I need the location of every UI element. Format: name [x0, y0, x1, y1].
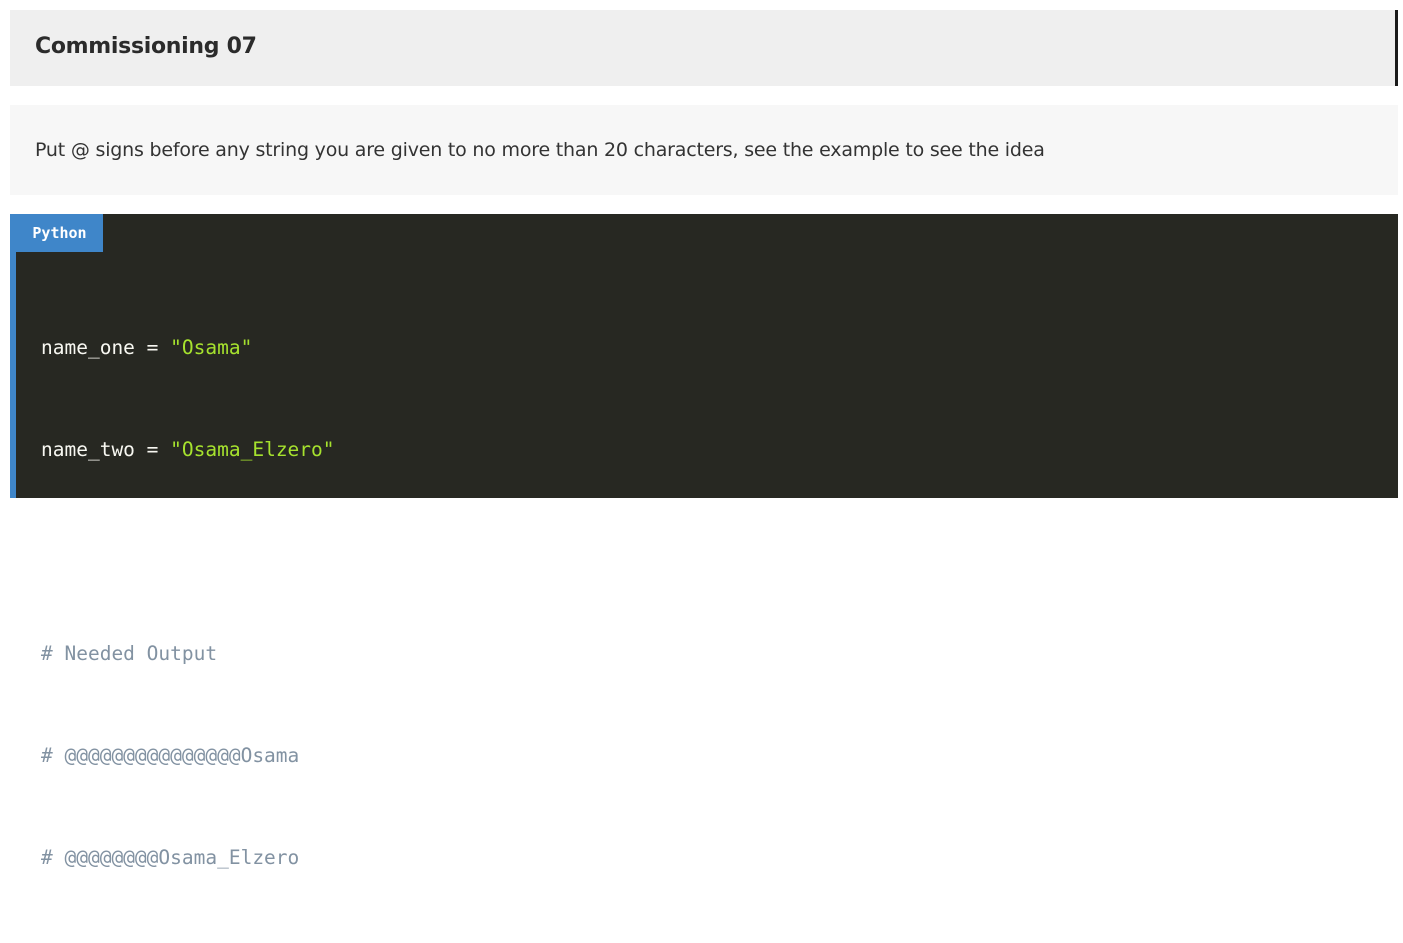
- code-string: "Osama": [170, 336, 253, 359]
- code-string: "Osama_Elzero": [170, 438, 335, 461]
- code-line: name_one = "Osama": [41, 331, 335, 365]
- code-block: Python name_one = "Osama" name_two = "Os…: [10, 214, 1398, 869]
- exercise-description-box: Put @ signs before any string you are gi…: [10, 105, 1398, 195]
- code-line: # @@@@@@@@Osama_Elzero: [41, 841, 335, 875]
- code-line: # @@@@@@@@@@@@@@@Osama: [41, 739, 335, 773]
- language-badge: Python: [16, 214, 103, 252]
- code-variable: name_one: [41, 336, 135, 359]
- code-operator: =: [134, 336, 171, 359]
- exercise-description: Put @ signs before any string you are gi…: [35, 139, 1045, 161]
- code-operator: =: [134, 438, 171, 461]
- exercise-title: Commissioning 07: [35, 34, 257, 59]
- code-content: name_one = "Osama" name_two = "Osama_Elz…: [41, 263, 335, 943]
- code-line: name_two = "Osama_Elzero": [41, 433, 335, 467]
- code-comment: # @@@@@@@@Osama_Elzero: [41, 846, 300, 869]
- code-comment: # Needed Output: [41, 642, 218, 665]
- code-line: # Needed Output: [41, 637, 335, 671]
- exercise-title-box: Commissioning 07: [10, 10, 1398, 86]
- code-variable: name_two: [41, 438, 135, 461]
- code-comment: # @@@@@@@@@@@@@@@Osama: [41, 744, 300, 767]
